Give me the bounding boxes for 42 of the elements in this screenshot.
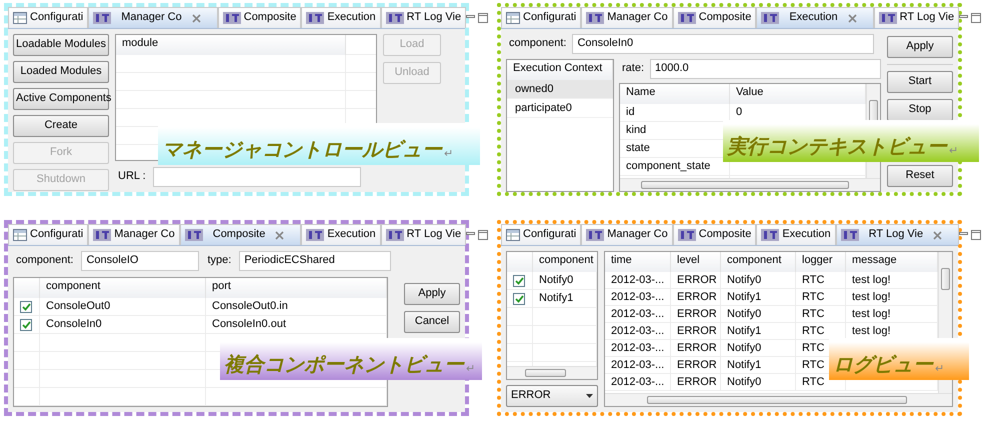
table-cell: ERROR <box>671 272 721 288</box>
table-cell: ERROR <box>671 323 721 339</box>
table-cell: 2012-03-... <box>605 323 671 339</box>
table-cell: Notify0 <box>721 272 796 288</box>
table-cell: Notify0 <box>721 306 796 322</box>
table-cell: ConsoleIn0 <box>40 316 206 333</box>
field-label: rate: <box>621 62 646 76</box>
field-label: URL : <box>117 170 147 184</box>
table-cell: ConsoleOut0.in <box>206 298 387 315</box>
table-cell: Notify0 <box>533 272 597 289</box>
paragraph-mark: ↵ <box>949 144 958 158</box>
caption-text: 実行コンテキストビュー <box>727 136 947 158</box>
table-cell: Notify0 <box>721 374 796 390</box>
caption-text: マネージャコントロールビュー <box>162 139 442 161</box>
table-cell: ERROR <box>671 306 721 322</box>
table-cell: 2012-03-... <box>605 340 671 356</box>
table-cell: 2012-03-... <box>605 289 671 305</box>
table-cell: 2012-03-... <box>605 272 671 288</box>
field-label: component: <box>15 254 74 268</box>
table-cell: ERROR <box>671 340 721 356</box>
table-cell: ERROR <box>671 374 721 390</box>
table-cell: RTC <box>796 289 846 305</box>
table-cell: RTC <box>796 306 846 322</box>
table-cell: Notify1 <box>721 323 796 339</box>
table-cell: Notify1 <box>721 289 796 305</box>
table-cell: Notify1 <box>533 290 597 307</box>
table-cell: 2012-03-... <box>605 357 671 373</box>
field-label: component: <box>508 37 568 51</box>
caption-text: 複合コンポーネントビュー <box>224 354 464 376</box>
table-cell: 2012-03-... <box>605 374 671 390</box>
table-cell: 2012-03-... <box>605 306 671 322</box>
table-cell: ERROR <box>671 357 721 373</box>
paragraph-mark: ↵ <box>466 362 475 376</box>
field-label: type: <box>206 254 232 268</box>
table-cell: ConsoleOut0 <box>40 298 206 315</box>
table-cell: Notify1 <box>721 357 796 373</box>
table-cell: ConsoleIn0.out <box>206 316 387 333</box>
table-cell: ERROR <box>671 289 721 305</box>
table-cell: RTC <box>796 272 846 288</box>
table-cell: Notify0 <box>721 340 796 356</box>
paragraph-mark: ↵ <box>935 362 944 376</box>
paragraph-mark: ↵ <box>444 148 453 161</box>
